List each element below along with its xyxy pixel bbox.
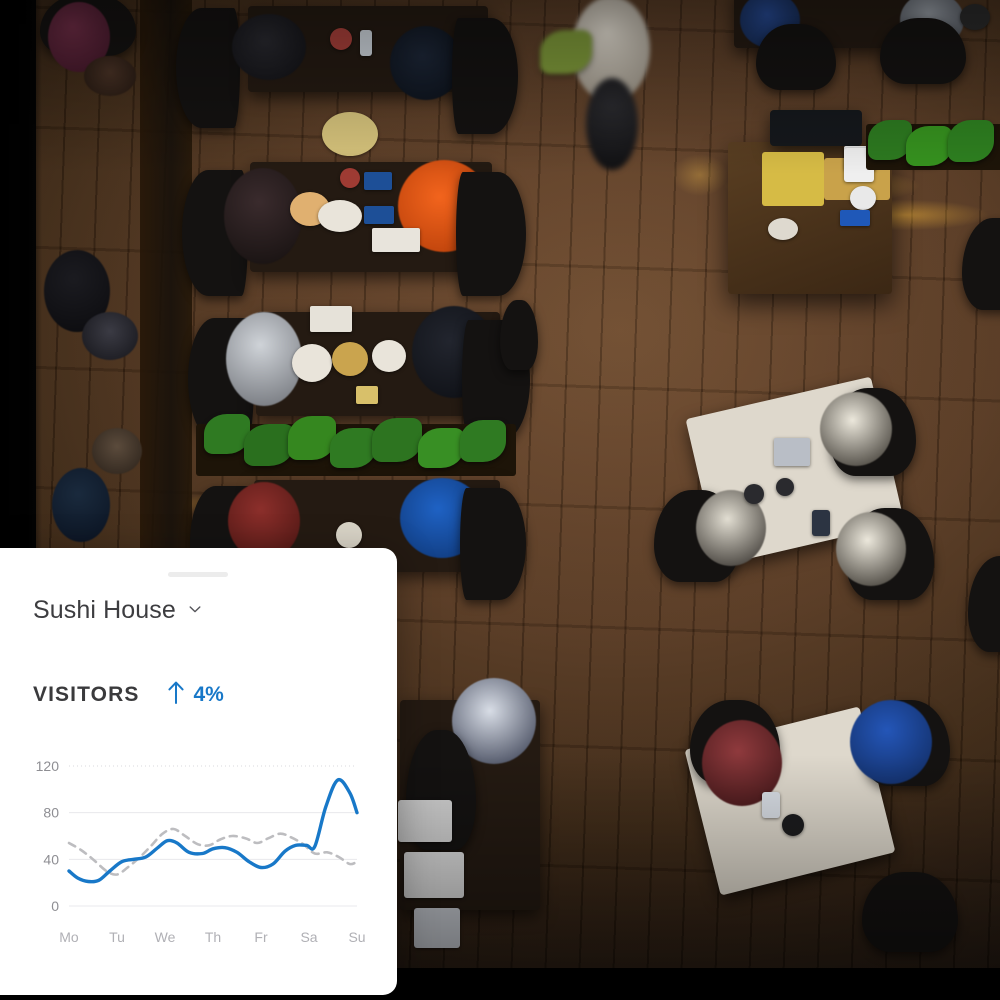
photo-plant [948, 120, 994, 162]
photo-chair [452, 18, 518, 134]
x-axis-tick-label: Su [348, 929, 365, 945]
photo-bowl [340, 168, 360, 188]
photo-basket [960, 4, 990, 30]
photo-cup [744, 484, 764, 504]
photo-chair [456, 172, 526, 296]
photo-napkin [310, 306, 352, 332]
chevron-down-icon[interactable] [188, 602, 201, 615]
photo-plate [318, 200, 362, 232]
photo-plant [372, 418, 422, 462]
photo-chair [460, 488, 526, 600]
x-axis-tick-label: Th [205, 929, 221, 945]
photo-person [52, 468, 110, 542]
photo-food-tray [762, 152, 824, 206]
chart-svg: 120 80 40 0 Mo Tu We Th Fr Sa Su [36, 758, 366, 945]
chart-series-group [67, 777, 359, 884]
photo-chair [500, 300, 538, 370]
y-axis-tick-label: 40 [43, 851, 59, 867]
photo-plant [244, 424, 294, 466]
photo-bowl [356, 386, 378, 404]
metric-header: VISITORS 4% [33, 680, 224, 709]
photo-person [232, 14, 306, 80]
chart-x-axis-labels: Mo Tu We Th Fr Sa Su [59, 929, 365, 945]
photo-cloth [840, 210, 870, 226]
photo-plant [330, 428, 376, 468]
photo-napkin [398, 800, 452, 842]
photo-cup [782, 814, 804, 836]
photo-glass [360, 30, 372, 56]
y-axis-tick-label: 120 [36, 758, 60, 774]
chart-gridlines [69, 765, 357, 907]
x-axis-tick-label: Fr [254, 929, 268, 945]
photo-phone [762, 792, 780, 818]
photo-person [84, 56, 136, 96]
photo-chair [176, 8, 240, 128]
photo-menu [414, 908, 460, 948]
photo-counter-sign [770, 110, 862, 146]
app-root: Sushi House VISITORS 4% 120 80 40 0 Mo Tu We T… [0, 0, 1000, 1000]
photo-chair [862, 872, 958, 952]
photo-laptop [774, 438, 810, 466]
y-axis-tick-label: 80 [43, 805, 59, 821]
photo-plant [288, 416, 336, 460]
photo-cup [850, 186, 876, 210]
metric-title: VISITORS [33, 683, 140, 706]
photo-person [836, 512, 906, 586]
photo-napkin [404, 852, 464, 898]
photo-bowl [332, 342, 368, 376]
photo-tray [540, 30, 592, 74]
photo-plate [372, 340, 406, 372]
photo-plant [906, 126, 952, 166]
photo-person [224, 168, 302, 264]
photo-plate [768, 218, 798, 240]
x-axis-tick-label: Tu [109, 929, 125, 945]
photo-person [92, 428, 142, 474]
photo-phone [812, 510, 830, 536]
photo-plate [322, 112, 378, 156]
photo-chair [880, 18, 966, 84]
photo-chair [968, 556, 1000, 652]
photo-plant [418, 428, 464, 468]
photo-plate [292, 344, 332, 382]
chart-line-this-week [67, 777, 359, 884]
x-axis-tick-label: Mo [59, 929, 79, 945]
photo-cup [776, 478, 794, 496]
visitors-line-chart[interactable]: 120 80 40 0 Mo Tu We Th Fr Sa Su [33, 752, 366, 952]
photo-card [364, 172, 392, 190]
photo-plate [336, 522, 362, 548]
photo-person [82, 312, 138, 360]
photo-person-walking [586, 78, 638, 170]
photo-chair [756, 24, 836, 90]
photo-person [820, 392, 892, 466]
photo-plant [460, 420, 506, 462]
photo-person [850, 700, 932, 784]
arrow-up-icon [167, 680, 185, 709]
photo-napkin [372, 228, 420, 252]
venue-name-label: Sushi House [33, 596, 176, 624]
venue-selector[interactable]: Sushi House [33, 598, 201, 623]
photo-chair [962, 218, 1000, 310]
photo-plate [330, 28, 352, 50]
x-axis-tick-label: Sa [300, 929, 317, 945]
trend-badge: 4% [167, 680, 224, 709]
trend-value-label: 4% [193, 683, 224, 706]
y-axis-tick-label: 0 [51, 898, 59, 914]
photo-card [364, 206, 394, 224]
chart-y-axis-labels: 120 80 40 0 [36, 758, 60, 914]
photo-person [226, 312, 302, 406]
x-axis-tick-label: We [155, 929, 176, 945]
panel-drag-handle[interactable] [168, 572, 228, 577]
